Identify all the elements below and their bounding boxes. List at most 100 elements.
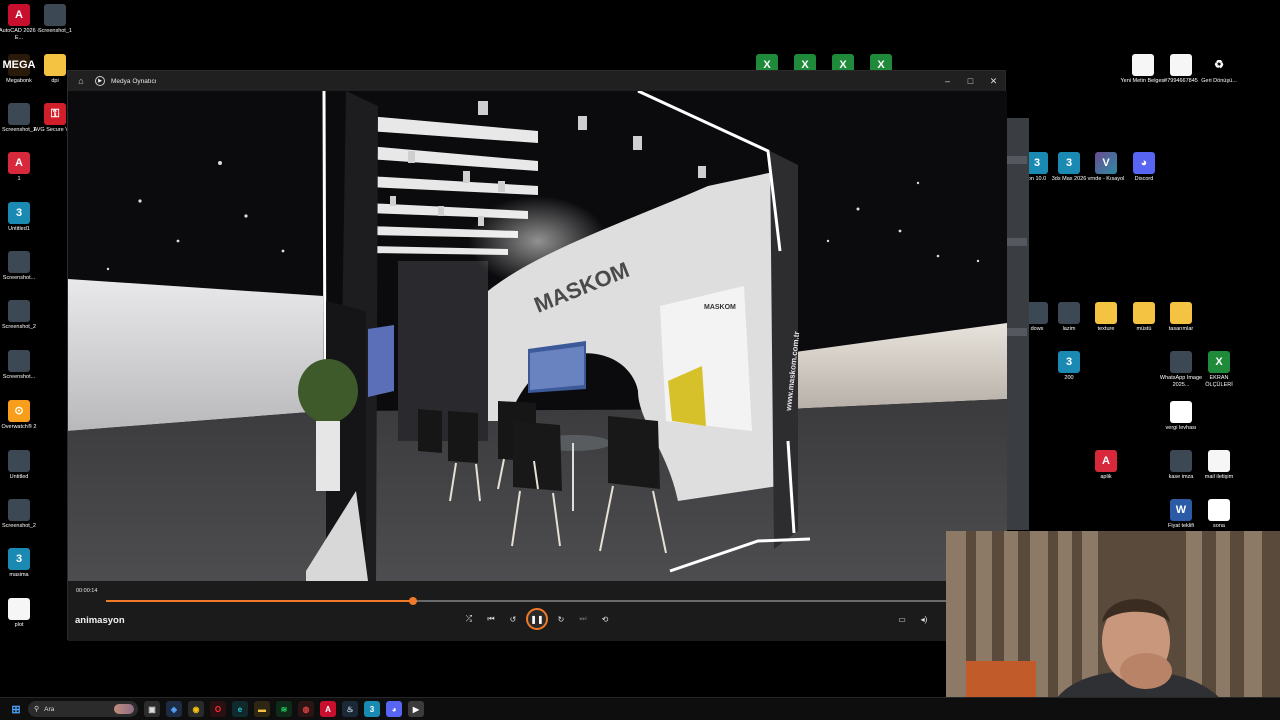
window-controls: – □ ✕: [936, 71, 1005, 91]
desktop-icon[interactable]: Screenshot_1: [32, 4, 78, 35]
image-file-icon: [8, 251, 30, 273]
text-file-icon: [1208, 450, 1230, 472]
seek-bar[interactable]: [106, 597, 946, 605]
avg-vpn-icon: ⚿: [44, 103, 66, 125]
frx-file-icon: A: [1095, 450, 1117, 472]
desktop-icon[interactable]: ♻ Geri Dönüşü...: [1196, 54, 1242, 85]
left-tv-screen: [368, 325, 394, 397]
desktop-icon[interactable]: tasarımlar: [1158, 302, 1204, 333]
spotify-taskbar-icon[interactable]: ≋: [276, 701, 292, 717]
desktop-icon-label: Screenshot...: [2, 275, 36, 281]
desktop-icon[interactable]: X EKRAN ÖLÇÜLERİ: [1196, 351, 1242, 388]
desktop-icon-label: 200: [1064, 375, 1074, 381]
desktop-icon[interactable]: Screenshot...: [0, 251, 42, 282]
media-player-taskbar-icon[interactable]: ▶: [408, 701, 424, 717]
file-explorer-taskbar-icon[interactable]: ▬: [254, 701, 270, 717]
home-icon[interactable]: ⌂: [75, 76, 87, 86]
autocad-icon: A: [8, 4, 30, 26]
folder-icon: [44, 54, 66, 76]
desktop-icon[interactable]: plot: [0, 598, 42, 629]
maximize-button[interactable]: □: [959, 71, 982, 91]
desktop-icon-label: Screenshot_2: [2, 523, 36, 529]
app-blue-taskbar-icon[interactable]: ◈: [166, 701, 182, 717]
background-app-strip: [1006, 156, 1027, 164]
folder-icon: [1133, 302, 1155, 324]
background-app-window[interactable]: [1004, 118, 1029, 530]
desktop-icon[interactable]: ⊙ Overwatch® 2: [0, 400, 42, 431]
3dsmax-file-icon: 3: [1058, 351, 1080, 373]
desktop-icon[interactable]: 3 Untitled1: [0, 202, 42, 233]
3dsmax-file-icon: 3: [8, 202, 30, 224]
plant: [298, 359, 358, 423]
webcam-feed: [946, 531, 1280, 720]
image-file-icon: [8, 350, 30, 372]
desktop-icon-label: sona: [1213, 523, 1225, 529]
desktop-icon[interactable]: Screenshot_2: [0, 499, 42, 530]
desktop-icon-label: Screenshot...: [2, 374, 36, 380]
pause-button[interactable]: ❚❚: [526, 608, 548, 630]
image-file-icon: [44, 4, 66, 26]
webcam-overlay: [946, 531, 1280, 720]
edge-taskbar-icon[interactable]: e: [232, 701, 248, 717]
desktop-icon-label: masima: [9, 572, 29, 578]
text-file-icon: [1132, 54, 1154, 76]
desktop-icon[interactable]: 3 200: [1046, 351, 1092, 382]
search-highlight-image: [114, 704, 134, 714]
poster-brand-text: MASKOM: [704, 304, 736, 311]
desktop-icon-label: Screenshot_1: [38, 28, 72, 34]
shuffle-button[interactable]: ⤮: [458, 609, 480, 629]
media-player-window: ⌂ ▶ Medya Oynatıcı – □ ✕ MASKOM MASKOM w…: [67, 70, 1007, 641]
desktop-icon[interactable]: A1: [0, 152, 42, 183]
desktop-icon[interactable]: 3 masima: [0, 548, 42, 579]
title-bar[interactable]: ⌂ ▶ Medya Oynatıcı – □ ✕: [68, 71, 1005, 91]
miniplayer-icon[interactable]: ▭: [891, 609, 913, 629]
autocad-taskbar-icon[interactable]: A: [320, 701, 336, 717]
search-icon: ⚲: [34, 706, 40, 713]
forward-button[interactable]: ↻: [550, 609, 572, 629]
seek-progress: [106, 600, 413, 602]
opera-taskbar-icon[interactable]: O: [210, 701, 226, 717]
desktop-icon[interactable]: mail iletişim: [1196, 450, 1242, 481]
taskbar-search[interactable]: ⚲ Ara: [28, 701, 138, 717]
previous-button[interactable]: ⏮: [480, 609, 502, 629]
seek-handle[interactable]: [408, 597, 417, 605]
desktop-icon[interactable]: Untitled: [0, 450, 42, 481]
vray-shortcut-icon: V: [1095, 152, 1117, 174]
3dsmax-icon: 3: [1026, 152, 1048, 174]
frx-file-icon: A: [8, 152, 30, 174]
steam-taskbar-icon[interactable]: ♨: [342, 701, 358, 717]
desktop-icon[interactable]: Screenshot_2: [0, 300, 42, 331]
task-view-taskbar-icon[interactable]: ▣: [144, 701, 160, 717]
desktop-icon-label: vergi levhası: [1165, 425, 1197, 431]
word-file-icon: W: [1170, 499, 1192, 521]
volume-icon[interactable]: ◂): [913, 609, 935, 629]
minimize-button[interactable]: –: [936, 71, 959, 91]
chrome-taskbar-icon[interactable]: ◉: [188, 701, 204, 717]
exhibition-stand-render: MASKOM MASKOM www.maskom.com.tr: [68, 91, 1007, 581]
video-frame[interactable]: MASKOM MASKOM www.maskom.com.tr: [68, 91, 1007, 581]
desktop-icon-label: Overwatch® 2: [1, 424, 37, 430]
close-button[interactable]: ✕: [982, 71, 1005, 91]
folder-icon: [1170, 302, 1192, 324]
image-file-icon: [1170, 450, 1192, 472]
repeat-button[interactable]: ⟲: [594, 609, 616, 629]
excel-file-icon: X: [1208, 351, 1230, 373]
desktop-icon[interactable]: PDF vergi levhası: [1158, 401, 1204, 432]
desktop-icon-label: Untitled: [9, 474, 29, 480]
desktop-icon[interactable]: PDF sona: [1196, 499, 1242, 530]
3dsmax-taskbar-icon[interactable]: 3: [364, 701, 380, 717]
rewind-button[interactable]: ↺: [502, 609, 524, 629]
desktop-icon[interactable]: ◕ Discord: [1121, 152, 1167, 183]
text-file-icon: [1170, 54, 1192, 76]
start-button[interactable]: ⊞: [8, 701, 24, 717]
megabonk-icon: MEGA: [3, 54, 36, 76]
desktop-icon-label: EKRAN ÖLÇÜLERİ: [1205, 375, 1233, 388]
transport-buttons: ⤮ ⏮ ↺ ❚❚ ↻ ⏭ ⟲: [458, 608, 616, 630]
desktop-icon[interactable]: Screenshot...: [0, 350, 42, 381]
window-title: Medya Oynatıcı: [111, 77, 157, 85]
next-button[interactable]: ⏭: [572, 609, 594, 629]
playback-controls: 00:00:14 animasyon ⤮ ⏮ ↺ ❚❚ ↻ ⏭ ⟲ ▭ ◂): [68, 581, 1007, 641]
desktop-icon[interactable]: Aaplik: [1083, 450, 1129, 481]
discord-taskbar-icon[interactable]: ◕: [386, 701, 402, 717]
recorder-taskbar-icon[interactable]: ◍: [298, 701, 314, 717]
